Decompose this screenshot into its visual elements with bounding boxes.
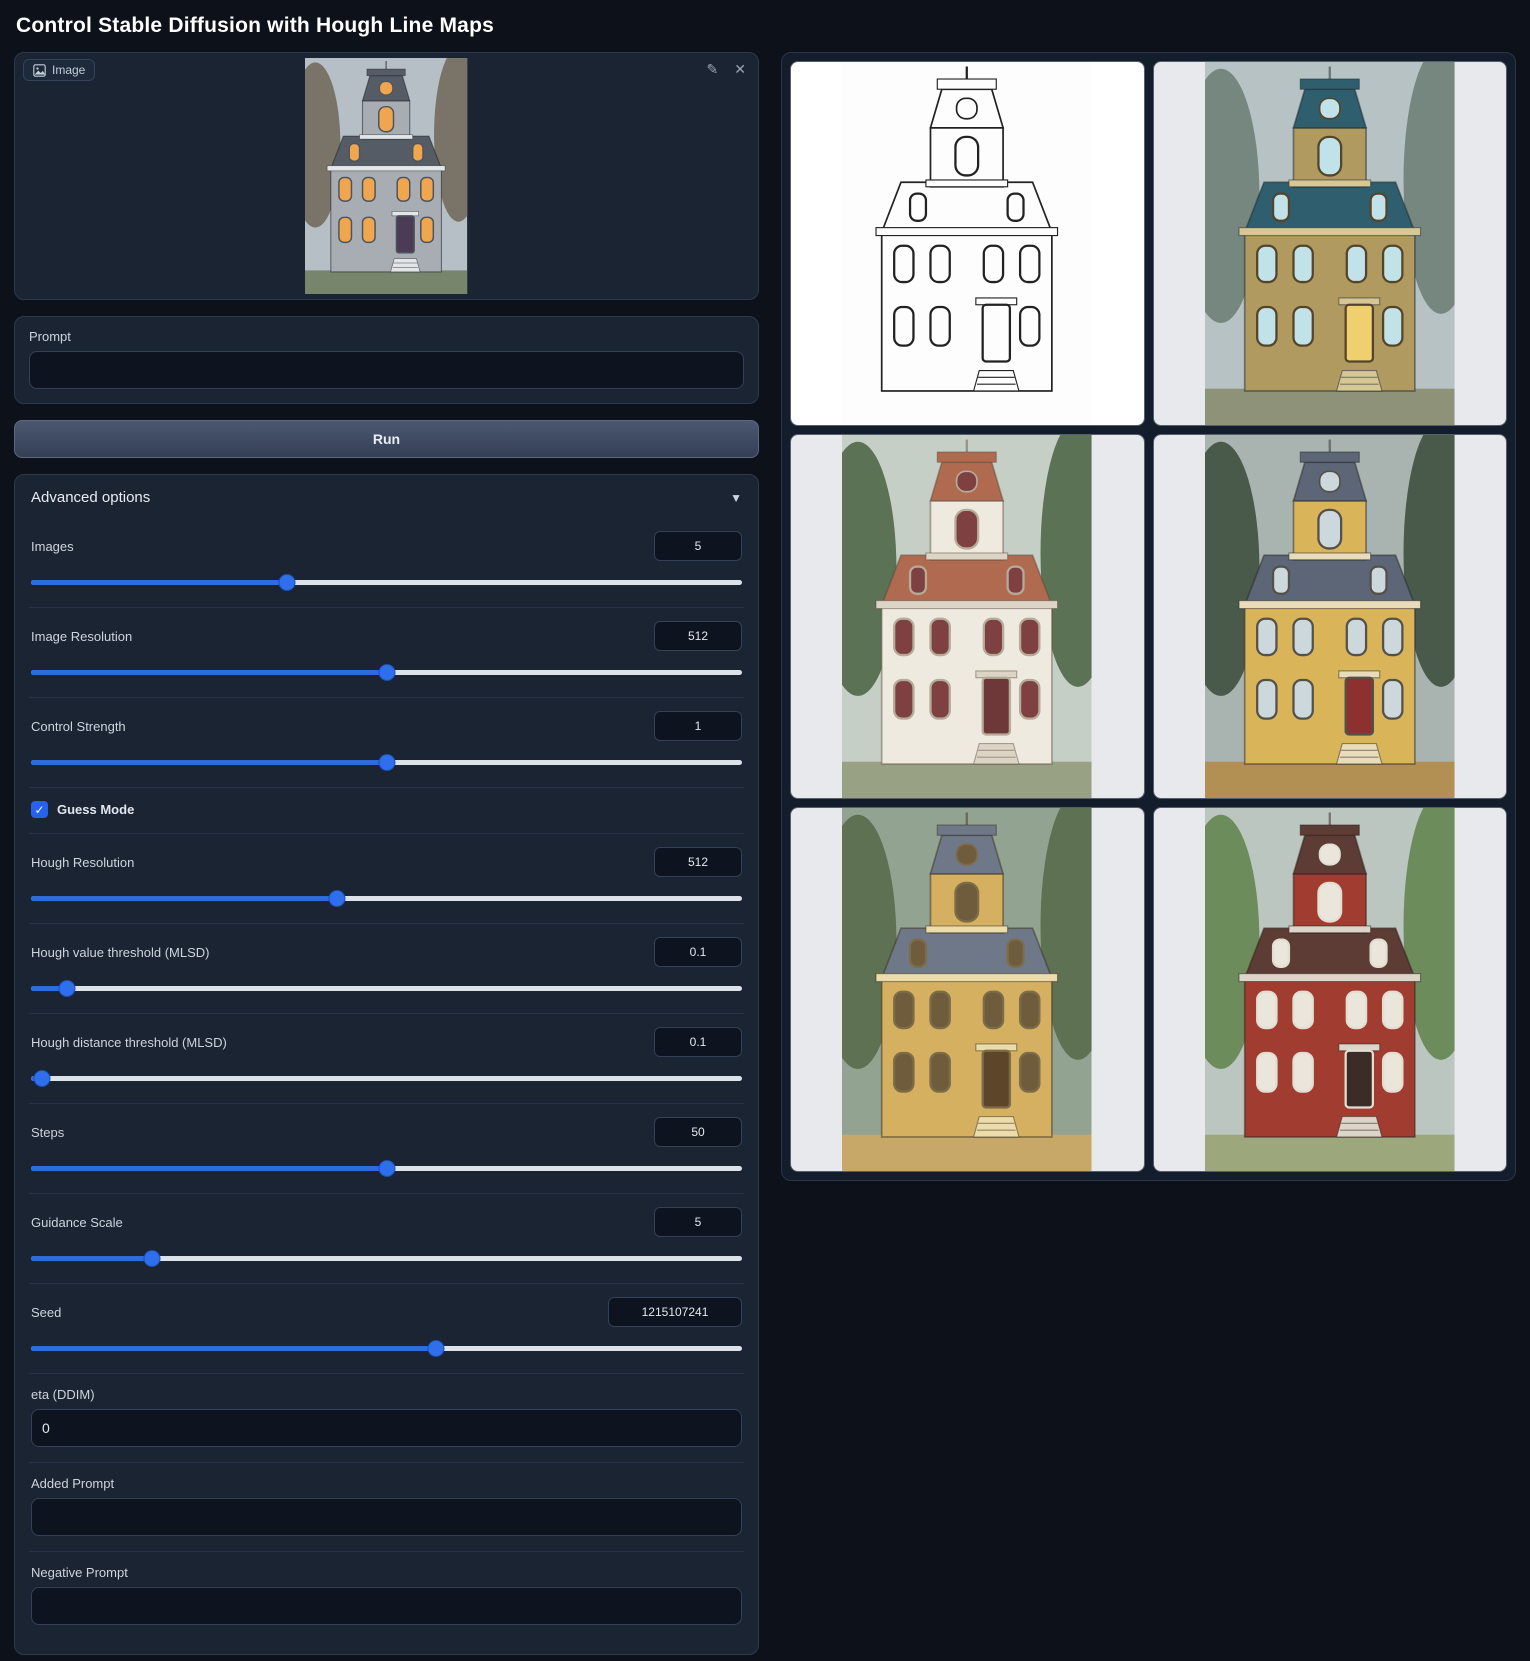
slider[interactable] bbox=[31, 1159, 742, 1178]
slider-label: Seed bbox=[31, 1305, 61, 1320]
eta-input[interactable] bbox=[31, 1409, 742, 1447]
slider-value-input[interactable] bbox=[654, 1027, 742, 1057]
slider-fill bbox=[31, 760, 387, 765]
slider[interactable] bbox=[31, 663, 742, 682]
slider-block-images: Images bbox=[29, 518, 744, 607]
slider[interactable] bbox=[31, 979, 742, 998]
prompt-panel: Prompt bbox=[14, 316, 759, 404]
slider-value-input[interactable] bbox=[608, 1297, 742, 1327]
image-label-chip: Image bbox=[23, 59, 95, 81]
slider-label: Hough distance threshold (MLSD) bbox=[31, 1035, 227, 1050]
guess-mode-label: Guess Mode bbox=[57, 802, 134, 817]
input-image bbox=[305, 58, 467, 294]
advanced-options-form: Images Image Resolution bbox=[15, 518, 758, 1654]
slider-thumb[interactable] bbox=[429, 1341, 444, 1356]
clear-image-button[interactable]: ✕ bbox=[732, 60, 748, 78]
slider-thumb[interactable] bbox=[279, 575, 294, 590]
slider[interactable] bbox=[31, 1069, 742, 1088]
generated-image bbox=[1205, 435, 1455, 798]
slider-block-seed: Seed bbox=[29, 1283, 744, 1373]
slider-block-hough-value-threshold: Hough value threshold (MLSD) bbox=[29, 923, 744, 1013]
controls-column: Image ✎ ✕ Prompt Run Advanced options ▼ bbox=[14, 52, 759, 1655]
page-title: Control Stable Diffusion with Hough Line… bbox=[16, 14, 1516, 38]
image-icon bbox=[33, 64, 46, 77]
slider-fill bbox=[31, 896, 337, 901]
prompt-input[interactable] bbox=[29, 351, 744, 389]
gallery-item-result-1[interactable] bbox=[1153, 61, 1508, 426]
generated-image bbox=[842, 435, 1092, 798]
advanced-options-panel: Advanced options ▼ Images bbox=[14, 474, 759, 1655]
gallery-item-result-4[interactable] bbox=[790, 807, 1145, 1172]
slider-thumb[interactable] bbox=[329, 891, 344, 906]
slider-fill bbox=[31, 1346, 436, 1351]
slider-thumb[interactable] bbox=[379, 755, 394, 770]
negative-prompt-block: Negative Prompt bbox=[29, 1551, 744, 1640]
prompt-label: Prompt bbox=[29, 329, 744, 344]
slider-block-hough-resolution: Hough Resolution bbox=[29, 833, 744, 923]
slider-value-input[interactable] bbox=[654, 1117, 742, 1147]
generated-image bbox=[1205, 808, 1455, 1171]
added-prompt-block: Added Prompt bbox=[29, 1462, 744, 1551]
generated-image bbox=[1205, 62, 1455, 425]
slider[interactable] bbox=[31, 753, 742, 772]
slider-value-input[interactable] bbox=[654, 847, 742, 877]
gallery-item-result-2[interactable] bbox=[790, 434, 1145, 799]
slider-thumb[interactable] bbox=[144, 1251, 159, 1266]
slider-fill bbox=[31, 580, 287, 585]
gallery-item-hough-map[interactable] bbox=[790, 61, 1145, 426]
slider[interactable] bbox=[31, 1339, 742, 1358]
added-prompt-label: Added Prompt bbox=[31, 1476, 742, 1491]
image-upload-dropzone[interactable]: Image ✎ ✕ bbox=[14, 52, 759, 300]
slider-thumb[interactable] bbox=[379, 665, 394, 680]
generated-image bbox=[842, 808, 1092, 1171]
negative-prompt-input[interactable] bbox=[31, 1587, 742, 1625]
results-column bbox=[781, 52, 1516, 1181]
slider-label: Image Resolution bbox=[31, 629, 132, 644]
output-gallery bbox=[781, 52, 1516, 1181]
advanced-options-title: Advanced options bbox=[31, 489, 150, 506]
run-button[interactable]: Run bbox=[14, 420, 759, 458]
negative-prompt-label: Negative Prompt bbox=[31, 1565, 742, 1580]
slider-value-input[interactable] bbox=[654, 621, 742, 651]
eta-label: eta (DDIM) bbox=[31, 1387, 742, 1402]
chevron-down-icon: ▼ bbox=[730, 491, 742, 505]
advanced-options-accordion[interactable]: Advanced options ▼ bbox=[15, 475, 758, 518]
slider-block-image-resolution: Image Resolution bbox=[29, 607, 744, 697]
slider-value-input[interactable] bbox=[654, 937, 742, 967]
slider-value-input[interactable] bbox=[654, 531, 742, 561]
slider-block-steps: Steps bbox=[29, 1103, 744, 1193]
slider-label: Guidance Scale bbox=[31, 1215, 123, 1230]
gallery-item-result-5[interactable] bbox=[1153, 807, 1508, 1172]
slider[interactable] bbox=[31, 573, 742, 592]
slider[interactable] bbox=[31, 889, 742, 908]
edit-image-button[interactable]: ✎ bbox=[705, 60, 721, 78]
slider-value-input[interactable] bbox=[654, 1207, 742, 1237]
page: Control Stable Diffusion with Hough Line… bbox=[0, 0, 1530, 1661]
slider-label: Steps bbox=[31, 1125, 64, 1140]
slider-block-control-strength: Control Strength bbox=[29, 697, 744, 787]
slider-fill bbox=[31, 670, 387, 675]
slider-value-input[interactable] bbox=[654, 711, 742, 741]
slider-thumb[interactable] bbox=[34, 1071, 49, 1086]
slider-label: Control Strength bbox=[31, 719, 126, 734]
slider-fill bbox=[31, 1166, 387, 1171]
slider-label: Hough value threshold (MLSD) bbox=[31, 945, 209, 960]
slider-label: Images bbox=[31, 539, 74, 554]
slider-fill bbox=[31, 1256, 152, 1261]
hough-line-map-image bbox=[842, 62, 1092, 425]
slider[interactable] bbox=[31, 1249, 742, 1268]
slider-thumb[interactable] bbox=[59, 981, 74, 996]
slider-block-guidance-scale: Guidance Scale bbox=[29, 1193, 744, 1283]
slider-label: Hough Resolution bbox=[31, 855, 134, 870]
gallery-item-result-3[interactable] bbox=[1153, 434, 1508, 799]
slider-block-hough-distance-threshold: Hough distance threshold (MLSD) bbox=[29, 1013, 744, 1103]
guess-mode-checkbox[interactable]: ✓ bbox=[31, 801, 48, 818]
eta-block: eta (DDIM) bbox=[29, 1373, 744, 1462]
added-prompt-input[interactable] bbox=[31, 1498, 742, 1536]
slider-thumb[interactable] bbox=[379, 1161, 394, 1176]
guess-mode-row[interactable]: ✓ Guess Mode bbox=[29, 787, 744, 833]
image-label: Image bbox=[52, 63, 85, 77]
